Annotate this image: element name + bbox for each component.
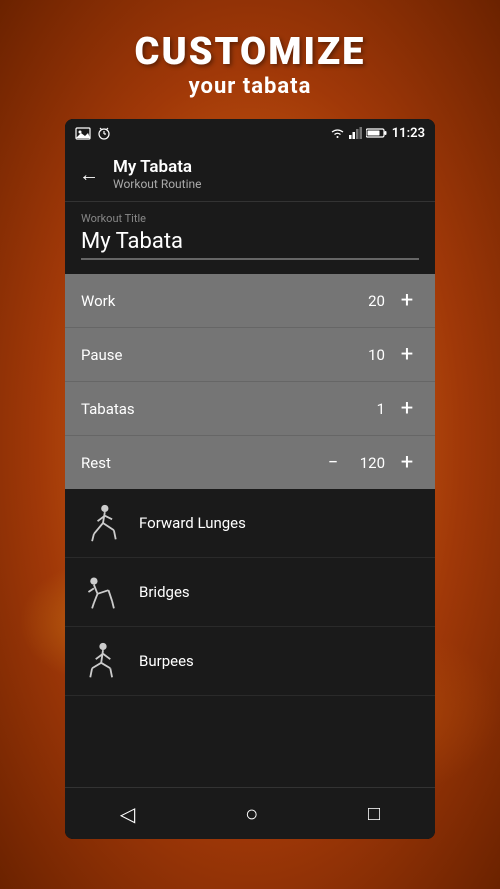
nav-back-button[interactable]: ◁ xyxy=(120,802,135,826)
setting-label-rest: Rest xyxy=(81,454,111,472)
setting-plus-work[interactable]: + xyxy=(395,288,419,313)
setting-controls-pause: 10 + xyxy=(355,342,419,367)
exercise-icon-bridge xyxy=(81,570,125,614)
setting-row-rest: Rest −120 + xyxy=(65,436,435,489)
setting-controls-tabatas: 1+ xyxy=(355,396,419,421)
exercise-item[interactable]: Burpees xyxy=(65,627,435,696)
status-icons-left xyxy=(75,126,111,140)
status-bar: 11:23 xyxy=(65,119,435,147)
headline-main: CUSTOMIZE xyxy=(135,30,366,74)
exercise-list: Forward Lunges Bridges Burpees xyxy=(65,489,435,787)
image-icon xyxy=(75,127,91,140)
setting-controls-work: 20 + xyxy=(355,288,419,313)
exercise-icon-burpee xyxy=(81,639,125,683)
exercise-name: Bridges xyxy=(139,583,190,601)
headline-section: CUSTOMIZE your tabata xyxy=(135,0,366,119)
app-bar: ← My Tabata Workout Routine xyxy=(65,147,435,202)
bottom-nav: ◁ ○ □ xyxy=(65,787,435,839)
setting-value-tabatas: 1 xyxy=(355,400,385,418)
setting-row-pause: Pause 10 + xyxy=(65,328,435,382)
exercise-item[interactable]: Bridges xyxy=(65,558,435,627)
settings-section: Work20+Pause10+Tabatas1+Rest−120+ xyxy=(65,274,435,489)
nav-home-button[interactable]: ○ xyxy=(245,801,258,827)
nav-recent-button[interactable]: □ xyxy=(368,801,380,826)
workout-title-label: Workout Title xyxy=(81,212,419,225)
alarm-icon xyxy=(97,126,111,140)
setting-label-tabatas: Tabatas xyxy=(81,400,135,418)
setting-plus-pause[interactable]: + xyxy=(395,342,419,367)
exercise-item[interactable]: Forward Lunges xyxy=(65,489,435,558)
setting-row-tabatas: Tabatas1+ xyxy=(65,382,435,436)
exercise-icon-lunge xyxy=(81,501,125,545)
setting-minus-rest[interactable]: − xyxy=(321,452,345,473)
setting-plus-rest[interactable]: + xyxy=(395,450,419,475)
headline-sub: your tabata xyxy=(135,74,366,99)
battery-icon xyxy=(366,127,388,139)
setting-label-work: Work xyxy=(81,292,115,310)
setting-value-pause: 10 xyxy=(355,346,385,364)
setting-controls-rest: −120 + xyxy=(321,450,419,475)
setting-value-rest: 120 xyxy=(355,454,385,472)
setting-label-pause: Pause xyxy=(81,346,123,364)
back-button[interactable]: ← xyxy=(79,162,99,187)
app-bar-text: My Tabata Workout Routine xyxy=(113,157,202,191)
phone-frame: 11:23 ← My Tabata Workout Routine Workou… xyxy=(65,119,435,839)
status-icons-right: 11:23 xyxy=(330,126,425,141)
app-bar-title: My Tabata xyxy=(113,157,202,177)
exercise-name: Burpees xyxy=(139,652,194,670)
app-bar-subtitle: Workout Routine xyxy=(113,177,202,191)
signal-icon xyxy=(349,127,362,139)
workout-title-value[interactable]: My Tabata xyxy=(81,229,419,260)
setting-row-work: Work 20 + xyxy=(65,274,435,328)
status-time: 11:23 xyxy=(392,126,425,141)
workout-title-section: Workout Title My Tabata xyxy=(65,202,435,274)
wifi-icon xyxy=(330,127,345,139)
setting-value-work: 20 xyxy=(355,292,385,310)
exercise-name: Forward Lunges xyxy=(139,514,246,532)
setting-plus-tabatas[interactable]: + xyxy=(395,396,419,421)
